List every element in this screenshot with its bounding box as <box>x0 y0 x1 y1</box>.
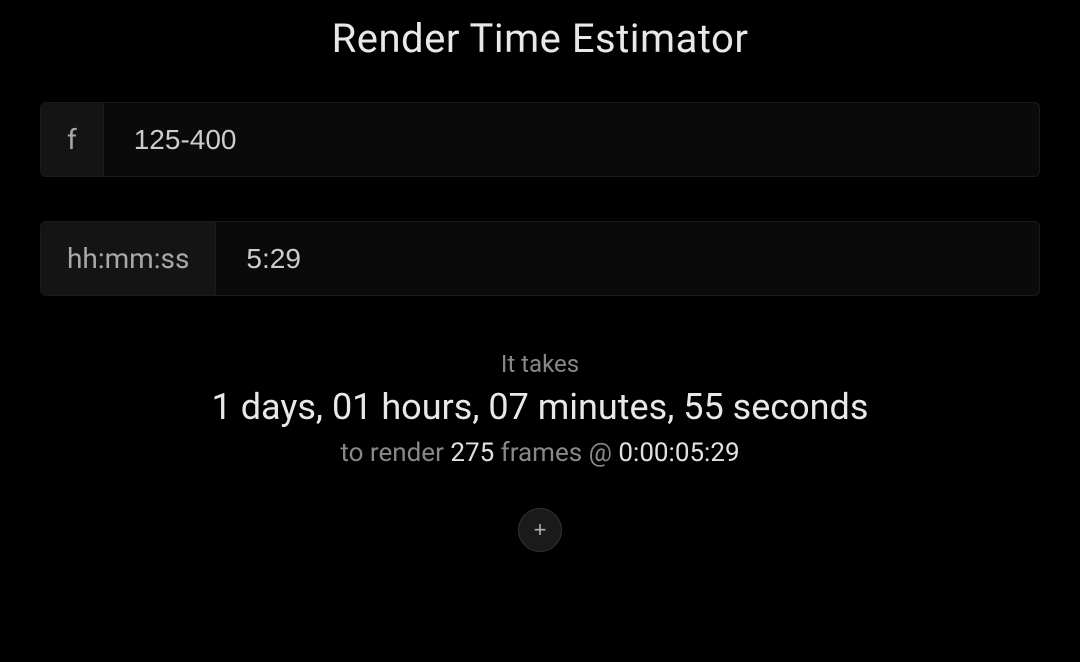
result-total-time: 1 days, 01 hours, 07 minutes, 55 seconds <box>212 386 869 428</box>
frames-input-row: f <box>40 102 1040 177</box>
result-takes-label: It takes <box>501 350 579 378</box>
add-button[interactable]: + <box>518 508 562 552</box>
result-per-frame-time: 0:00:05:29 <box>618 438 739 468</box>
duration-input[interactable] <box>216 222 1039 295</box>
result-detail: to render 275 frames @ 0:00:05:29 <box>340 438 739 468</box>
result-frames-at-label: frames @ <box>501 438 612 468</box>
frames-input[interactable] <box>104 103 1039 176</box>
duration-input-row: hh:mm:ss <box>40 221 1040 296</box>
result-block: It takes 1 days, 01 hours, 07 minutes, 5… <box>212 350 869 468</box>
duration-prefix-label: hh:mm:ss <box>41 222 216 295</box>
plus-icon: + <box>534 519 547 541</box>
result-to-render-label: to render <box>340 438 444 468</box>
frames-prefix-label: f <box>41 103 104 176</box>
result-frame-count: 275 <box>450 438 494 468</box>
page-title: Render Time Estimator <box>332 15 749 62</box>
